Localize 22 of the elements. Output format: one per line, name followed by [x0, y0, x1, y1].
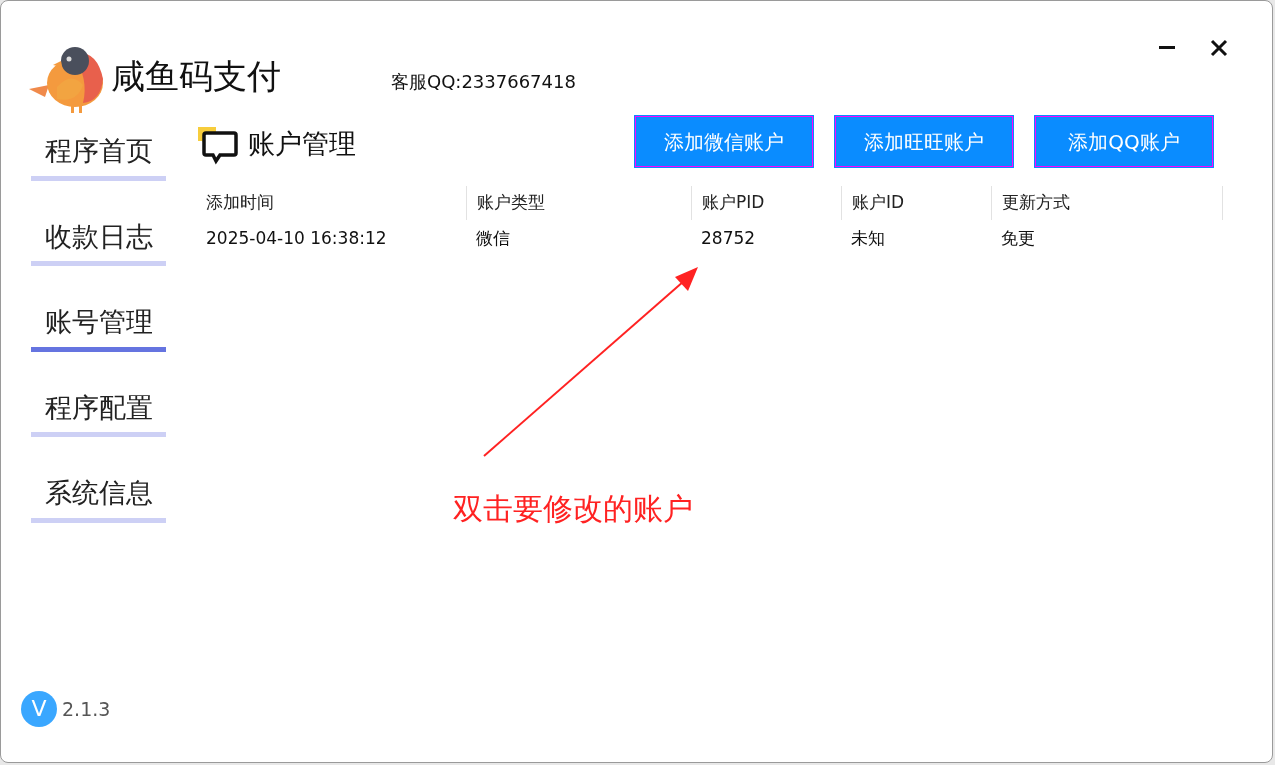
table-cell[interactable]: 免更 — [991, 219, 1223, 257]
annotation-text: 双击要修改的账户 — [453, 490, 693, 528]
column-header: 添加时间 — [205, 191, 275, 214]
close-icon[interactable] — [1210, 39, 1228, 57]
sidebar-nav-item[interactable]: 程序配置 — [31, 377, 166, 437]
sidebar-nav-item[interactable]: 账号管理 — [31, 292, 166, 352]
app-title: 咸鱼码支付 — [111, 54, 281, 98]
table-cell[interactable]: 未知 — [841, 219, 991, 257]
version-badge: V — [21, 691, 57, 727]
table-cell[interactable]: 2025-04-10 16:38:12 — [196, 219, 466, 257]
column-header: 账户PID — [691, 186, 841, 220]
support-contact: 客服QQ:2337667418 — [391, 69, 576, 94]
version-number: 2.1.3 — [62, 696, 111, 722]
column-header: 账户ID — [841, 186, 991, 220]
sidebar-nav-item[interactable]: 程序首页 — [31, 121, 166, 181]
table-cell[interactable]: 微信 — [466, 219, 691, 257]
table-cell[interactable]: 28752 — [691, 219, 841, 257]
column-header: 账户类型 — [466, 186, 691, 220]
page-title: 账户管理 — [248, 127, 356, 162]
sidebar-nav-item[interactable]: 收款日志 — [31, 206, 166, 266]
sidebar-nav-item[interactable]: 系统信息 — [31, 463, 166, 523]
column-header: 更新方式 — [991, 186, 1223, 220]
